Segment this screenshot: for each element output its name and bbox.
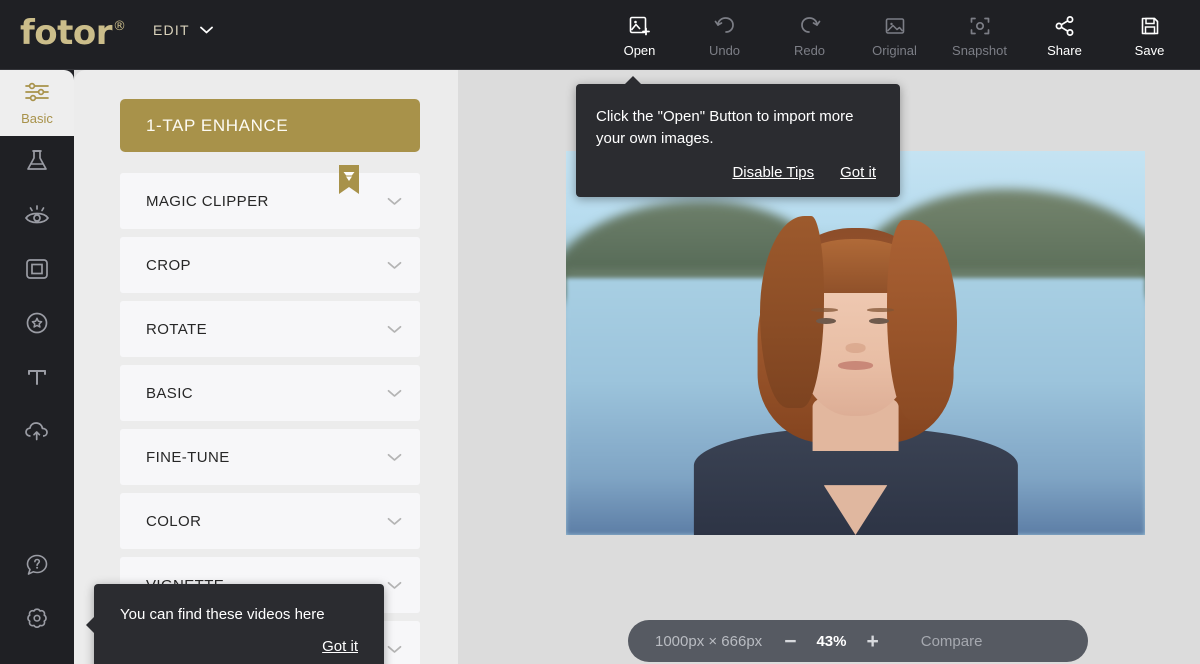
snapshot-button[interactable]: Snapshot <box>937 0 1022 70</box>
chevron-down-icon <box>387 645 402 653</box>
undo-icon <box>713 13 737 39</box>
tooltip-text: Click the "Open" Button to import more y… <box>596 108 854 147</box>
save-button-label: Save <box>1134 42 1165 58</box>
one-tap-enhance-label: 1-TAP ENHANCE <box>146 115 289 135</box>
tooltip-text: You can find these videos here <box>120 606 325 623</box>
chevron-down-icon <box>387 517 402 525</box>
edit-menu-dropdown[interactable]: EDIT <box>153 22 213 38</box>
undo-button-label: Undo <box>708 42 741 58</box>
sidebar-item-effects[interactable] <box>0 136 74 190</box>
left-rail-bottom-group <box>0 540 74 648</box>
chevron-down-icon <box>387 581 402 589</box>
videos-tooltip: You can find these videos here Got it <box>86 584 384 664</box>
redo-button[interactable]: Redo <box>767 0 852 70</box>
accordion-label: FINE-TUNE <box>146 448 230 466</box>
text-t-icon <box>23 363 51 396</box>
registered-trademark-icon: ® <box>113 18 126 34</box>
accordion-crop[interactable]: CROP <box>120 237 420 293</box>
image-icon <box>883 13 907 39</box>
tooltip-actions: Got it <box>120 638 358 655</box>
logo-text: fotor <box>20 13 113 53</box>
premium-diamond-badge-icon <box>338 165 360 195</box>
sidebar-item-basic-label: Basic <box>21 111 53 126</box>
disable-tips-link[interactable]: Disable Tips <box>732 164 814 181</box>
accordion-label: BASIC <box>146 384 194 402</box>
tooltip-actions: Disable Tips Got it <box>596 164 876 181</box>
tooltip-arrow-icon <box>86 616 95 634</box>
sidebar-item-stickers[interactable] <box>0 298 74 352</box>
sidebar-item-beauty[interactable] <box>0 190 74 244</box>
photo-subject-brow-right <box>867 308 894 312</box>
photo-subject-nose <box>845 343 866 353</box>
sidebar-item-upload[interactable] <box>0 406 74 460</box>
save-button[interactable]: Save <box>1107 0 1192 70</box>
accordion-label: COLOR <box>146 512 202 530</box>
open-button[interactable]: Open <box>597 0 682 70</box>
chevron-down-icon <box>387 453 402 461</box>
open-button-tooltip: Click the "Open" Button to import more y… <box>576 76 900 197</box>
app-header: fotor® EDIT Open Undo Redo Original Snap… <box>0 0 1200 70</box>
share-icon <box>1053 13 1077 39</box>
image-add-icon <box>628 13 652 39</box>
redo-button-label: Redo <box>793 42 826 58</box>
help-button[interactable] <box>0 540 74 594</box>
left-icon-rail: Basic <box>0 70 74 664</box>
snapshot-button-label: Snapshot <box>952 42 1007 58</box>
original-button-label: Original <box>872 42 917 58</box>
zoom-in-button[interactable]: + <box>866 631 878 652</box>
photo-subject-brow-left <box>811 308 839 312</box>
zoom-status-bar: 1000px × 666px − 43% + Compare <box>628 620 1088 662</box>
accordion-label: MAGIC CLIPPER <box>146 192 269 210</box>
sticker-star-icon <box>23 309 51 342</box>
chevron-down-icon <box>387 197 402 205</box>
snapshot-icon <box>968 13 992 39</box>
share-button-label: Share <box>1047 42 1082 58</box>
eye-beauty-icon <box>22 201 52 234</box>
gear-settings-icon <box>23 605 51 638</box>
sidebar-item-basic[interactable]: Basic <box>0 70 74 136</box>
accordion-magic-clipper[interactable]: MAGIC CLIPPER <box>120 165 420 229</box>
sliders-icon <box>23 80 51 109</box>
settings-button[interactable] <box>0 594 74 648</box>
open-button-label: Open <box>623 42 656 58</box>
chevron-down-icon <box>387 389 402 397</box>
frame-icon <box>23 255 51 288</box>
got-it-link[interactable]: Got it <box>840 164 876 181</box>
compare-button[interactable]: Compare <box>921 633 983 650</box>
fotor-logo[interactable]: fotor® <box>20 13 126 53</box>
tooltip-arrow-icon <box>624 76 642 85</box>
accordion-rotate[interactable]: ROTATE <box>120 301 420 357</box>
accordion-color[interactable]: COLOR <box>120 493 420 549</box>
accordion-fine-tune[interactable]: FINE-TUNE <box>120 429 420 485</box>
cloud-upload-icon <box>22 417 52 450</box>
photo-subject-eye-right <box>869 317 890 324</box>
chevron-down-icon <box>387 325 402 333</box>
basic-tools-panel: 1-TAP ENHANCE MAGIC CLIPPER CROP ROTATE … <box>74 70 458 664</box>
edit-menu-label: EDIT <box>153 22 190 38</box>
chevron-down-icon <box>387 261 402 269</box>
undo-button[interactable]: Undo <box>682 0 767 70</box>
chevron-down-icon <box>199 26 213 34</box>
one-tap-enhance-button[interactable]: 1-TAP ENHANCE <box>120 99 420 152</box>
original-button[interactable]: Original <box>852 0 937 70</box>
sidebar-item-frames[interactable] <box>0 244 74 298</box>
accordion-label: CROP <box>146 256 191 274</box>
header-toolbar: Open Undo Redo Original Snapshot Share S… <box>597 0 1192 70</box>
sidebar-item-text[interactable] <box>0 352 74 406</box>
image-dimensions-label: 1000px × 666px <box>655 632 763 650</box>
photo-subject-eye-left <box>816 317 836 324</box>
share-button[interactable]: Share <box>1022 0 1107 70</box>
accordion-basic[interactable]: BASIC <box>120 365 420 421</box>
accordion-label: ROTATE <box>146 320 208 338</box>
zoom-level-value: 43% <box>816 632 847 650</box>
got-it-link[interactable]: Got it <box>322 638 358 655</box>
zoom-out-button[interactable]: − <box>784 631 796 652</box>
floppy-save-icon <box>1138 13 1162 39</box>
help-question-icon <box>24 552 50 583</box>
fotor-editor-window: fotor® EDIT Open Undo Redo Original Snap… <box>0 0 1200 664</box>
edited-photo[interactable] <box>566 151 1145 535</box>
redo-icon <box>798 13 822 39</box>
flask-icon <box>23 147 51 180</box>
